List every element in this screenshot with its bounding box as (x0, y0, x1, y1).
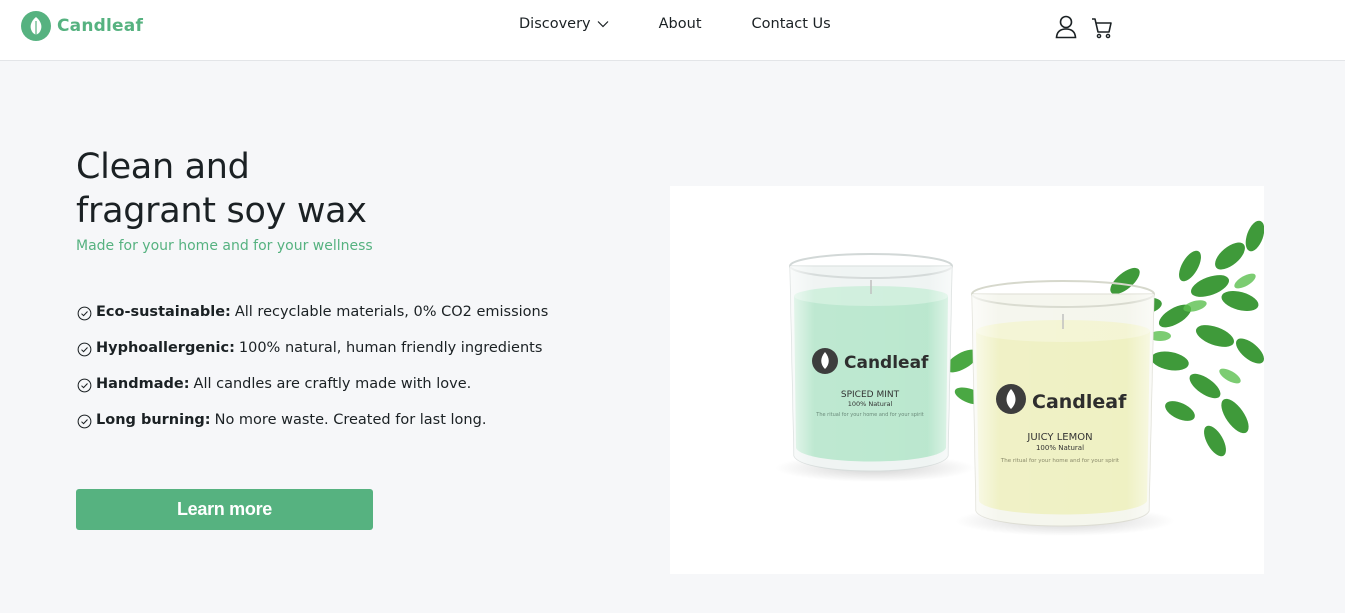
candle1-name: SPICED MINT (841, 390, 900, 400)
hero-text: Clean and fragrant soy wax Made for your… (76, 145, 636, 254)
feature-text: All recyclable materials, 0% CO2 emissio… (234, 304, 549, 320)
candle-juicy-lemon: Candleaf JUICY LEMON 100% Natural The ri… (971, 280, 1155, 527)
feature-title: Long burning: (96, 412, 211, 428)
candle2-name: JUICY LEMON (1026, 432, 1092, 443)
candle2-desc: The ritual for your home and for your sp… (1000, 458, 1120, 464)
check-circle-icon (77, 414, 92, 428)
candles-illustration: Candleaf SPICED MINT 100% Natural The ri… (775, 220, 1264, 536)
nav-discovery-label: Discovery (519, 16, 591, 32)
candle1-desc: The ritual for your home and for your sp… (815, 412, 923, 418)
feature-text: All candles are craftly made with love. (193, 376, 472, 392)
feature-title: Hyphoallergenic: (96, 340, 235, 356)
chevron-down-icon (597, 21, 609, 28)
feature-item: Handmade: All candles are craftly made w… (77, 366, 548, 402)
nav-contact-label: Contact Us (751, 16, 831, 32)
feature-text: 100% natural, human friendly ingredients (238, 340, 543, 356)
feature-list: Eco-sustainable: All recyclable material… (77, 294, 548, 438)
product-image: Candleaf SPICED MINT 100% Natural The ri… (670, 186, 1264, 574)
brand-logo[interactable]: Candleaf (21, 11, 143, 41)
leaf-icon (21, 11, 51, 41)
user-icon[interactable] (1054, 14, 1078, 40)
feature-title: Eco-sustainable: (96, 304, 231, 320)
feature-title: Handmade: (96, 376, 190, 392)
candle-spiced-mint: Candleaf SPICED MINT 100% Natural The ri… (789, 253, 953, 472)
feature-item: Hyphoallergenic: 100% natural, human fri… (77, 330, 548, 366)
hero-subtitle: Made for your home and for your wellness (76, 238, 373, 254)
hero-title: Clean and fragrant soy wax (76, 145, 636, 233)
cart-icon[interactable] (1090, 14, 1114, 40)
hero-title-line1: Clean and (76, 147, 250, 187)
feature-item: Long burning: No more waste. Created for… (77, 402, 548, 438)
candle1-brand: Candleaf (844, 353, 929, 373)
nav-contact[interactable]: Contact Us (752, 16, 831, 32)
hero-title-line2: fragrant soy wax (76, 191, 367, 231)
check-circle-icon (77, 378, 92, 392)
candle2-tag: 100% Natural (1036, 444, 1084, 452)
feature-item: Eco-sustainable: All recyclable material… (77, 294, 548, 330)
main-nav: Discovery About Contact Us (519, 16, 831, 32)
candle1-tag: 100% Natural (848, 400, 893, 408)
feature-text: No more waste. Created for last long. (214, 412, 487, 428)
learn-more-button[interactable]: Learn more (76, 489, 373, 530)
site-header: Candleaf Discovery About Contact Us (0, 0, 1345, 61)
header-actions (1054, 14, 1114, 40)
candle2-brand: Candleaf (1032, 391, 1127, 413)
nav-about-label: About (658, 16, 702, 32)
check-circle-icon (77, 342, 92, 356)
nav-about[interactable]: About (659, 16, 702, 32)
brand-name: Candleaf (57, 16, 144, 36)
check-circle-icon (77, 306, 92, 320)
nav-discovery[interactable]: Discovery (519, 16, 609, 32)
